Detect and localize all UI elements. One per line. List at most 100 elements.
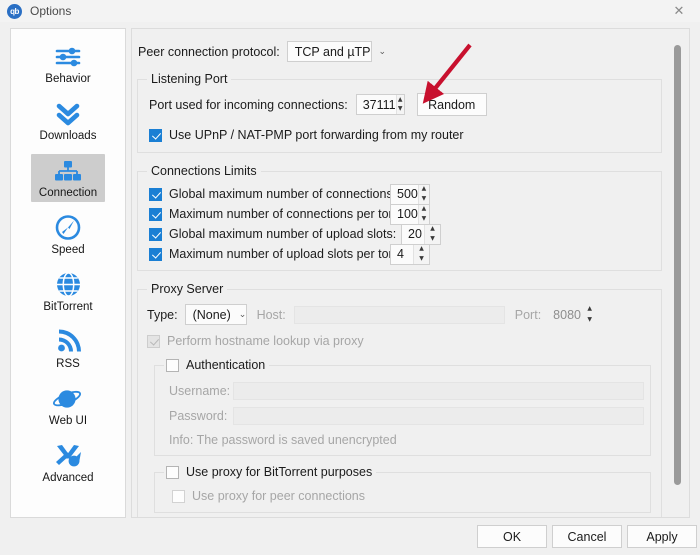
spinner-buttons[interactable]: ▲ ▼	[413, 244, 429, 264]
global-max-connections-label: Global maximum number of connections:	[169, 187, 397, 201]
spinner-up-icon[interactable]: ▲	[419, 205, 429, 215]
proxy-type-value: (None)	[192, 307, 231, 322]
planet-icon	[52, 385, 83, 413]
close-icon[interactable]: ✕	[658, 0, 700, 22]
authentication-title-row[interactable]: Authentication	[164, 358, 270, 372]
title-bar: qb Options ✕	[0, 0, 700, 22]
limit-row[interactable]: Maximum number of upload slots per torre…	[149, 243, 661, 265]
cancel-button[interactable]: Cancel	[552, 525, 622, 548]
spinner-up-icon[interactable]: ▲	[419, 185, 429, 195]
peer-protocol-select[interactable]: TCP and µTP ⌄	[286, 41, 386, 62]
sidebar-item-connection[interactable]: Connection	[11, 149, 125, 206]
spinner-down-icon[interactable]: ▼	[414, 254, 429, 264]
max-upload-slots-per-torrent-spinner[interactable]: 4 ▲ ▼	[390, 243, 430, 265]
spinner-down-icon[interactable]: ▼	[582, 315, 597, 326]
password-label: Password:	[169, 409, 228, 423]
hostname-lookup-label: Perform hostname lookup via proxy	[167, 334, 364, 348]
authentication-label: Authentication	[186, 358, 266, 372]
global-max-upload-slots-spinner[interactable]: 20 ▲ ▼	[401, 223, 441, 245]
proxy-host-label: Host:	[256, 307, 286, 322]
authentication-checkbox[interactable]	[166, 358, 179, 372]
proxy-port-spinner[interactable]: 8080 ▲ ▼	[547, 304, 597, 325]
random-port-button[interactable]: Random	[416, 93, 487, 116]
spinner-up-icon[interactable]: ▲	[582, 304, 597, 315]
content-scrollbar-track[interactable]	[671, 30, 687, 517]
spinner-buttons[interactable]: ▲ ▼	[582, 304, 597, 325]
connections-limits-title: Connections Limits	[147, 164, 261, 178]
spinner-buttons[interactable]: ▲ ▼	[417, 184, 429, 204]
listening-port-group: Listening Port Port used for incoming co…	[137, 72, 662, 153]
double-chevron-down-icon	[53, 100, 83, 128]
spinner-buttons[interactable]: ▲ ▼	[395, 95, 404, 115]
spinner-buttons[interactable]: ▲ ▼	[417, 204, 429, 224]
globe-icon	[55, 271, 82, 299]
max-connections-per-torrent-label: Maximum number of connections per torren…	[169, 207, 418, 221]
incoming-port-row: Port used for incoming connections: 3711…	[149, 93, 661, 116]
incoming-port-label: Port used for incoming connections:	[149, 97, 348, 112]
spinner-down-icon[interactable]: ▼	[419, 194, 429, 204]
sidebar-item-web-ui[interactable]: Web UI	[11, 377, 125, 434]
content-scrollbar-thumb[interactable]	[674, 45, 681, 485]
hostname-lookup-row[interactable]: Perform hostname lookup via proxy	[147, 334, 661, 348]
spinner-down-icon[interactable]: ▼	[419, 214, 429, 224]
max-connections-per-torrent-value: 100	[397, 207, 418, 221]
proxy-type-select[interactable]: (None) ⌄	[184, 304, 247, 325]
max-upload-slots-per-torrent-checkbox[interactable]	[149, 247, 162, 261]
max-connections-per-torrent-checkbox[interactable]	[149, 207, 162, 221]
max-upload-slots-per-torrent-value: 4	[397, 247, 404, 261]
spinner-up-icon[interactable]: ▲	[414, 245, 429, 255]
use-proxy-bittorrent-label: Use proxy for BitTorrent purposes	[186, 465, 373, 479]
sidebar-item-label: RSS	[56, 357, 80, 370]
proxy-port-label: Port:	[514, 307, 542, 322]
upnp-row[interactable]: Use UPnP / NAT-PMP port forwarding from …	[149, 128, 661, 142]
max-connections-per-torrent-spinner[interactable]: 100 ▲ ▼	[390, 203, 430, 225]
network-nodes-icon	[53, 157, 83, 185]
sidebar-item-label: Downloads	[39, 129, 97, 142]
proxy-bittorrent-title-row[interactable]: Use proxy for BitTorrent purposes	[164, 465, 377, 479]
proxy-port-value: 8080	[553, 307, 581, 322]
spinner-up-icon[interactable]: ▲	[397, 95, 404, 105]
use-proxy-peer-connections-label: Use proxy for peer connections	[192, 489, 366, 503]
tools-icon	[54, 442, 82, 470]
sidebar-item-downloads[interactable]: Downloads	[11, 92, 125, 149]
sidebar-item-rss[interactable]: RSS	[11, 320, 125, 377]
dialog-footer: OK Cancel Apply	[0, 518, 700, 555]
spinner-up-icon[interactable]: ▲	[425, 225, 440, 235]
incoming-port-spinner[interactable]: 37111 ▲ ▼	[355, 94, 405, 115]
username-input[interactable]	[233, 382, 644, 400]
use-proxy-bittorrent-checkbox[interactable]	[166, 465, 179, 479]
limit-row[interactable]: Global maximum number of upload slots: 2…	[149, 223, 661, 245]
peer-connections-row[interactable]: Use proxy for peer connections	[172, 489, 650, 503]
incoming-port-value: 37111	[362, 97, 396, 112]
sidebar-item-behavior[interactable]: Behavior	[11, 35, 125, 92]
password-input[interactable]	[233, 407, 644, 425]
limit-row[interactable]: Maximum number of connections per torren…	[149, 203, 661, 225]
peer-protocol-row: Peer connection protocol: TCP and µTP ⌄	[138, 41, 669, 62]
proxy-bittorrent-group: Use proxy for BitTorrent purposes Use pr…	[154, 465, 651, 513]
spinner-down-icon[interactable]: ▼	[425, 234, 440, 244]
spinner-buttons[interactable]: ▲ ▼	[424, 224, 440, 244]
password-row: Password:	[169, 407, 650, 425]
global-max-upload-slots-label: Global maximum number of upload slots:	[169, 227, 397, 241]
speedometer-icon	[54, 214, 82, 242]
apply-button[interactable]: Apply	[627, 525, 697, 548]
sidebar-item-bittorrent[interactable]: BitTorrent	[11, 263, 125, 320]
username-label: Username:	[169, 384, 231, 398]
window-title: Options	[30, 4, 72, 18]
global-max-upload-slots-checkbox[interactable]	[149, 227, 162, 241]
spinner-down-icon[interactable]: ▼	[397, 105, 404, 115]
hostname-lookup-checkbox[interactable]	[147, 334, 160, 348]
global-max-connections-checkbox[interactable]	[149, 187, 162, 201]
sidebar-item-advanced[interactable]: Advanced	[11, 434, 125, 491]
use-proxy-peer-connections-checkbox[interactable]	[172, 489, 185, 503]
ok-button[interactable]: OK	[477, 525, 547, 548]
proxy-server-title: Proxy Server	[147, 282, 228, 296]
options-dialog: qb Options ✕ Behavior Downloads Connecti…	[0, 0, 700, 555]
global-max-connections-spinner[interactable]: 500 ▲ ▼	[390, 183, 430, 205]
sidebar-item-speed[interactable]: Speed	[11, 206, 125, 263]
sidebar-item-label: BitTorrent	[43, 300, 93, 313]
limit-row[interactable]: Global maximum number of connections: 50…	[149, 183, 661, 205]
proxy-host-input[interactable]	[293, 305, 505, 324]
chevron-down-icon: ⌄	[238, 309, 247, 320]
upnp-checkbox[interactable]	[149, 128, 162, 142]
